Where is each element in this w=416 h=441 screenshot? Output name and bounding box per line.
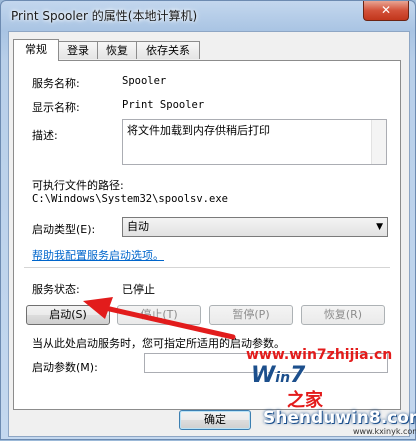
start-button[interactable]: 启动(S): [26, 305, 110, 325]
description-text: 将文件加载到内存供稍后打印: [127, 124, 270, 137]
watermark-url: www.win7zhijia.cn: [246, 347, 393, 363]
description-label: 描述:: [32, 129, 58, 142]
window-title: Print Spooler 的属性(本地计算机): [11, 9, 198, 23]
help-configure-link[interactable]: 帮助我配置服务启动选项。: [32, 247, 164, 263]
tab-dependencies[interactable]: 依存关系: [136, 41, 200, 59]
close-button[interactable]: ✕: [363, 1, 409, 21]
dialog-client-area: 常规 登录 恢复 依存关系 服务名称: Spooler 显示名称: Print …: [8, 31, 410, 437]
divider: [24, 267, 390, 268]
display-name-value: Print Spooler: [122, 99, 205, 111]
startup-type-value: 自动: [127, 220, 149, 233]
startup-type-select[interactable]: 自动 ▼: [122, 217, 388, 237]
tab-general[interactable]: 常规: [13, 39, 59, 61]
exe-path-label: 可执行文件的路径:: [32, 179, 124, 192]
service-status-value: 已停止: [122, 283, 155, 296]
tab-recovery[interactable]: 恢复: [97, 41, 137, 59]
service-name-value: Spooler: [122, 75, 167, 87]
display-name-label: 显示名称:: [32, 101, 80, 114]
start-params-label: 启动参数(M):: [32, 361, 98, 374]
startup-type-label: 启动类型(E):: [32, 223, 96, 236]
watermark-site-small: www.kxinyk.com: [353, 427, 416, 436]
watermark-logo: Win7: [251, 363, 306, 388]
tab-logon[interactable]: 登录: [58, 41, 98, 59]
stop-button[interactable]: 停止(T): [117, 305, 201, 325]
title-bar[interactable]: Print Spooler 的属性(本地计算机) ✕: [1, 1, 415, 29]
description-box[interactable]: 将文件加载到内存供稍后打印: [122, 119, 387, 165]
service-name-label: 服务名称:: [32, 77, 80, 90]
exe-path-value: C:\Windows\System32\spoolsv.exe: [32, 193, 228, 205]
description-scrollbar[interactable]: [371, 120, 386, 164]
pause-button[interactable]: 暂停(P): [209, 305, 293, 325]
service-status-label: 服务状态:: [32, 283, 80, 296]
ok-button[interactable]: 确定: [179, 410, 251, 430]
watermark-site: Shenduwin8.com: [263, 408, 416, 428]
resume-button[interactable]: 恢复(R): [301, 305, 385, 325]
properties-window: Print Spooler 的属性(本地计算机) ✕ 常规 登录 恢复 依存关系…: [0, 0, 416, 440]
chevron-down-icon: ▼: [376, 222, 383, 232]
close-icon: ✕: [380, 3, 392, 17]
